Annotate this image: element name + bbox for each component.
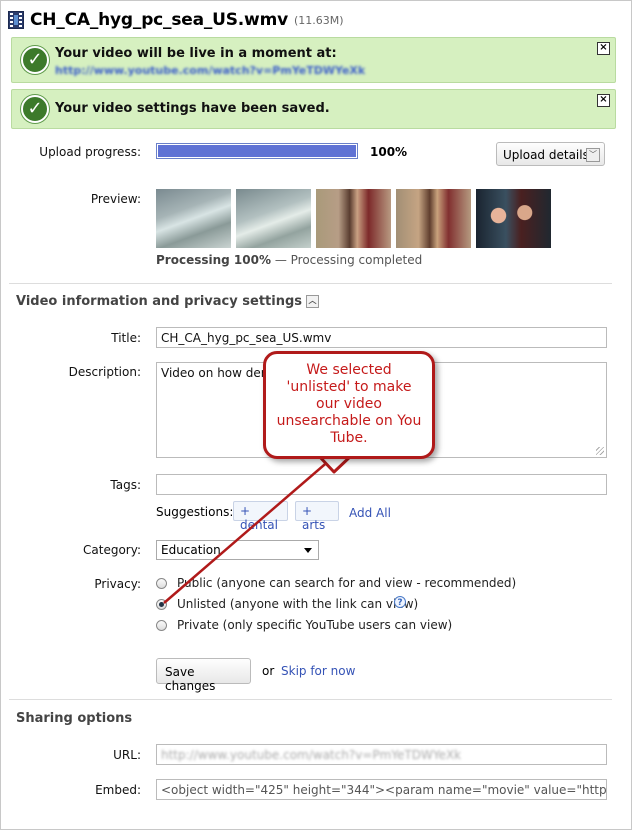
annotation-callout: We selected 'unlisted' to make our video… [263, 351, 435, 459]
